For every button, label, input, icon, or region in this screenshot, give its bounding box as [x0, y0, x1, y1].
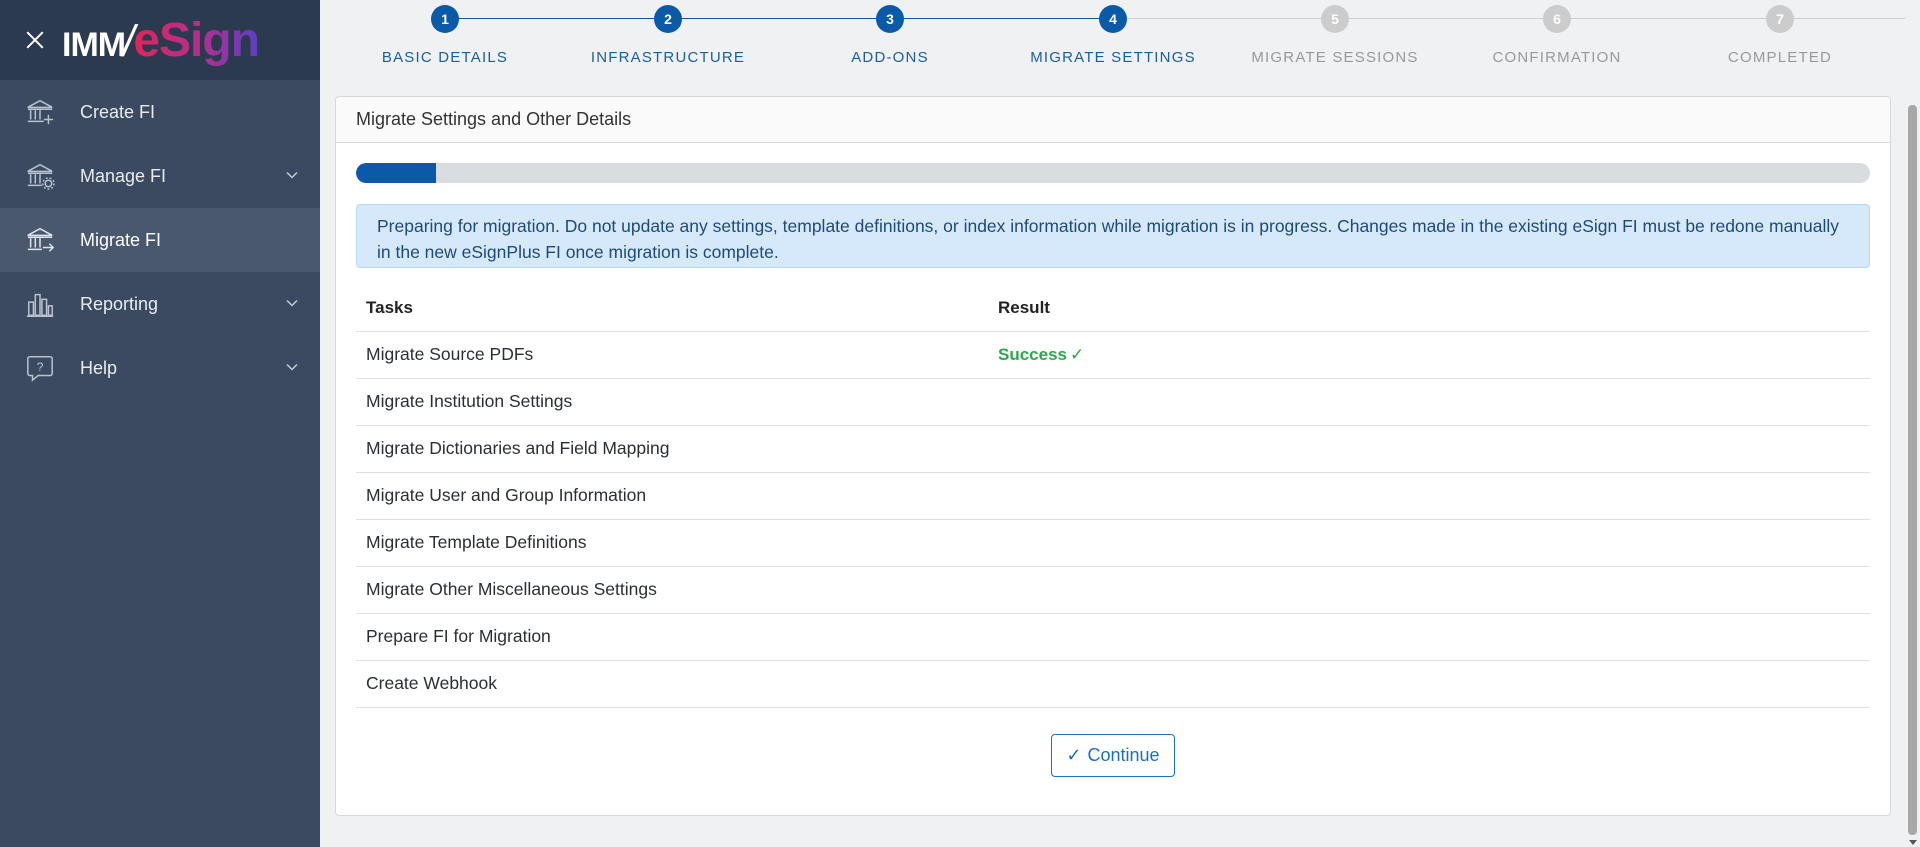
card-title: Migrate Settings and Other Details: [336, 97, 1890, 143]
scroll-down-arrow-icon[interactable]: [1909, 840, 1917, 845]
task-name: Migrate Source PDFs: [356, 331, 988, 379]
step-label: MIGRATE SETTINGS: [1030, 49, 1196, 66]
sidebar-item-label: Create FI: [80, 101, 156, 122]
step-confirmation: 6 CONFIRMATION: [1457, 5, 1657, 66]
sidebar-item-label: Manage FI: [80, 165, 167, 186]
help-bubble-icon: ?: [24, 352, 56, 384]
migration-progress-bar: [356, 163, 1870, 183]
continue-button[interactable]: ✓ Continue: [1051, 734, 1175, 777]
check-icon: ✓: [1066, 745, 1082, 765]
step-infrastructure[interactable]: 2 INFRASTRUCTURE: [568, 5, 768, 66]
task-result: [988, 425, 1870, 473]
table-row: Migrate Template Definitions: [356, 519, 1870, 567]
table-row: Migrate Institution Settings: [356, 378, 1870, 426]
sidebar: IMM / eSign Create FI Manage FI Migrate …: [0, 0, 320, 847]
step-completed: 7 COMPLETED: [1680, 5, 1880, 66]
step-number: 5: [1321, 5, 1349, 33]
sidebar-item-label: Reporting: [80, 293, 159, 314]
task-name: Migrate User and Group Information: [356, 472, 988, 520]
continue-label: Continue: [1087, 745, 1160, 765]
progress-fill: [356, 163, 437, 183]
sidebar-header: IMM / eSign: [0, 0, 320, 80]
scrollbar-thumb[interactable]: [1908, 105, 1917, 835]
table-row: Migrate Source PDFs Success ✓: [356, 331, 1870, 379]
logo-esign-text: eSign: [133, 13, 260, 67]
task-name: Create Webhook: [356, 660, 988, 708]
bank-add-icon: [24, 96, 56, 128]
bank-arrow-icon: [24, 224, 56, 256]
chevron-down-icon[interactable]: [286, 361, 298, 373]
check-icon: ✓: [1070, 345, 1085, 364]
table-row: Migrate Dictionaries and Field Mapping: [356, 425, 1870, 473]
sidebar-item-create-fi[interactable]: Create FI: [0, 80, 320, 144]
task-result: [988, 519, 1870, 567]
column-header-result: Result: [988, 285, 1870, 332]
bank-gear-icon: [24, 160, 56, 192]
task-result: [988, 472, 1870, 520]
step-label: INFRASTRUCTURE: [590, 49, 746, 66]
step-basic-details[interactable]: 1 BASIC DETAILS: [345, 5, 545, 66]
step-number: 1: [431, 5, 459, 33]
step-label: BASIC DETAILS: [381, 49, 509, 66]
task-result: [988, 378, 1870, 426]
svg-text:?: ?: [37, 360, 44, 374]
step-number: 4: [1099, 5, 1127, 33]
table-row: Create Webhook: [356, 660, 1870, 708]
step-label: COMPLETED: [1727, 49, 1833, 66]
column-header-tasks: Tasks: [356, 285, 988, 332]
result-success-text: Success: [998, 345, 1067, 364]
task-name: Migrate Dictionaries and Field Mapping: [356, 425, 988, 473]
sidebar-item-migrate-fi[interactable]: Migrate FI: [0, 208, 320, 272]
task-result: [988, 566, 1870, 614]
step-number: 6: [1543, 5, 1571, 33]
main-content: 1 BASIC DETAILS 2 INFRASTRUCTURE 3 ADD-O…: [320, 0, 1920, 847]
page-scrollbar[interactable]: [1905, 0, 1920, 847]
sidebar-item-label: Migrate FI: [80, 229, 162, 250]
task-name: Prepare FI for Migration: [356, 613, 988, 661]
step-label: ADD-ONS: [851, 49, 929, 66]
step-label: CONFIRMATION: [1492, 49, 1622, 66]
task-name: Migrate Other Miscellaneous Settings: [356, 566, 988, 614]
table-header-row: Tasks Result: [356, 285, 1870, 332]
table-row: Migrate User and Group Information: [356, 472, 1870, 520]
imm-esign-logo: IMM / eSign: [62, 13, 260, 68]
sidebar-item-label: Help: [80, 357, 118, 378]
wizard-stepper: 1 BASIC DETAILS 2 INFRASTRUCTURE 3 ADD-O…: [320, 0, 1920, 80]
migrate-settings-card: Migrate Settings and Other Details Prepa…: [335, 96, 1891, 816]
task-result: Success ✓: [988, 331, 1870, 379]
step-number: 2: [654, 5, 682, 33]
table-row: Migrate Other Miscellaneous Settings: [356, 566, 1870, 614]
migration-info-alert: Preparing for migration. Do not update a…: [356, 204, 1870, 268]
task-result: [988, 613, 1870, 661]
tasks-table: Tasks Result Migrate Source PDFs Success…: [356, 285, 1870, 708]
bar-chart-icon: [24, 288, 56, 320]
step-number: 3: [876, 5, 904, 33]
step-migrate-sessions: 5 MIGRATE SESSIONS: [1235, 5, 1435, 66]
step-label: MIGRATE SESSIONS: [1251, 49, 1419, 66]
sidebar-item-help[interactable]: ? Help: [0, 336, 320, 400]
close-icon[interactable]: [24, 29, 46, 51]
step-migrate-settings[interactable]: 4 MIGRATE SETTINGS: [1013, 5, 1213, 66]
chevron-down-icon[interactable]: [286, 297, 298, 309]
step-add-ons[interactable]: 3 ADD-ONS: [790, 5, 990, 66]
logo-imm-text: IMM: [62, 25, 126, 64]
table-row: Prepare FI for Migration: [356, 613, 1870, 661]
sidebar-item-manage-fi[interactable]: Manage FI: [0, 144, 320, 208]
task-result: [988, 660, 1870, 708]
task-name: Migrate Template Definitions: [356, 519, 988, 567]
step-number: 7: [1766, 5, 1794, 33]
chevron-down-icon[interactable]: [286, 169, 298, 181]
sidebar-item-reporting[interactable]: Reporting: [0, 272, 320, 336]
task-name: Migrate Institution Settings: [356, 378, 988, 426]
